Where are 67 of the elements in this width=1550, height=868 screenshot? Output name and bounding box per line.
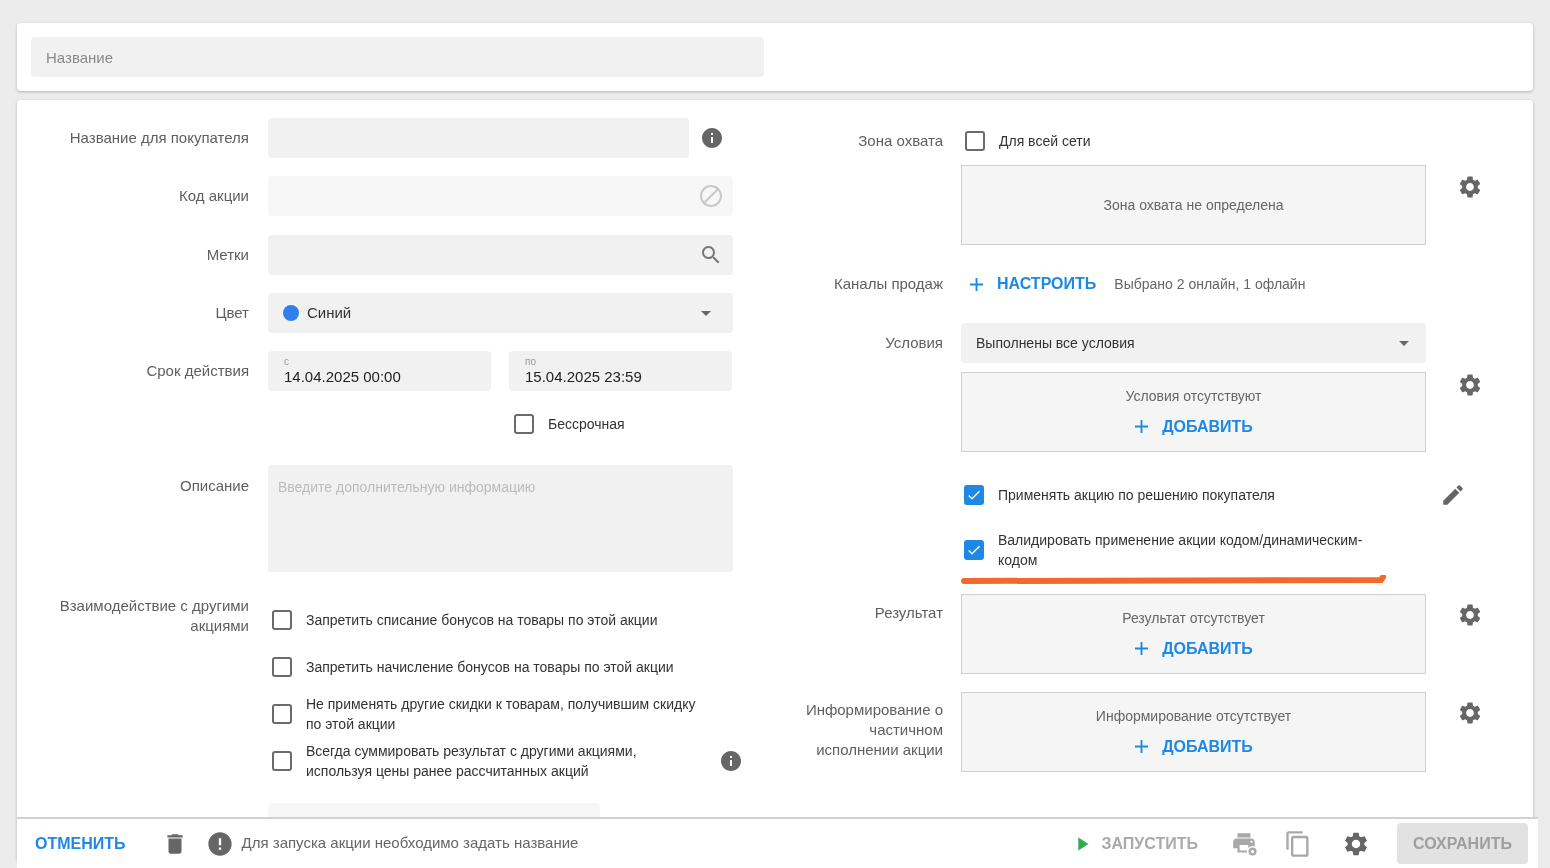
status-message: Для запуска акции необходимо задать название [241, 833, 580, 854]
plus-icon [1134, 419, 1150, 434]
field-label: Взаимодействие с другими акциями [58, 596, 249, 636]
info-icon[interactable] [700, 126, 724, 150]
settings-icon[interactable] [1457, 602, 1483, 628]
checkbox-label: Применять акцию по решению покупателя [998, 486, 1276, 505]
configure-button[interactable]: НАСТРОИТЬ [961, 272, 1097, 296]
plus-icon [1134, 739, 1150, 754]
checkbox-label: Бессрочная [548, 414, 625, 434]
title-field[interactable]: Название [31, 37, 764, 77]
checkbox[interactable] [272, 750, 292, 771]
checkbox-label: Для всей сети [999, 131, 1091, 151]
cancel-button[interactable]: ОТМЕНИТЬ [35, 831, 126, 856]
checkbox[interactable] [272, 703, 292, 724]
field-label: Условия [885, 333, 943, 353]
launch-button: ЗАПУСТИТЬ [1071, 831, 1198, 856]
field-label: по [525, 356, 537, 368]
conditions-dropdown[interactable]: Выполнены все условия [961, 323, 1426, 363]
field-label: Результат [874, 603, 943, 623]
empty-text: Информирование отсутствует [1095, 706, 1292, 726]
checkbox[interactable] [964, 540, 984, 560]
settings-icon[interactable] [1457, 174, 1483, 200]
field-label: Срок действия [146, 360, 249, 381]
field-label: Каналы продаж [834, 274, 943, 294]
checkbox[interactable] [272, 609, 292, 630]
field-value: 15.04.2025 23:59 [525, 368, 643, 386]
empty-text: Условия отсутствуют [1125, 386, 1262, 406]
empty-text: Зона охвата не определена [1103, 195, 1284, 215]
checkbox[interactable] [272, 656, 292, 677]
checkbox-label: Не применять другие скидки к товарам, получившим скидку по этой акции [306, 694, 697, 734]
field-label: Зона охвата [858, 131, 943, 151]
checkbox-label: Запретить начисление бонусов на товары по этой акции [306, 657, 675, 677]
checkbox-label: Запретить списание бонусов на товары по этой акции [306, 610, 659, 630]
color-dropdown[interactable]: Синий [268, 293, 733, 333]
empty-text: Результат отсутствует [1122, 608, 1265, 628]
channels-summary: Выбрано 2 онлайн, 1 офлайн [1114, 274, 1306, 294]
field-value: 14.04.2025 00:00 [284, 368, 402, 386]
date-field[interactable]: с 14.04.2025 00:00 [268, 351, 491, 391]
save-button: СОХРАНИТЬ [1397, 823, 1528, 864]
field-label: с [284, 356, 290, 368]
pencil-icon[interactable] [1440, 482, 1466, 508]
checkbox[interactable] [514, 414, 534, 434]
checkbox-label: Валидировать применение акции кодом/динамическим-кодом [998, 531, 1364, 570]
checkbox[interactable] [964, 485, 984, 505]
plus-icon [1134, 641, 1150, 656]
dropdown-value: Синий [307, 302, 353, 323]
search-field[interactable] [268, 235, 733, 275]
add-button[interactable]: ДОБАВИТЬ [1134, 734, 1253, 759]
checkbox[interactable] [965, 131, 985, 151]
field-label: Метки [206, 244, 249, 265]
settings-icon[interactable] [1457, 372, 1483, 398]
checkbox-label: Всегда суммировать результат с другими акциями, используя цены ранее рассчитанных акций [306, 741, 638, 781]
field-label: Код акции [179, 185, 249, 206]
field-label: Название для покупателя [69, 127, 249, 148]
field-label: Описание [179, 476, 249, 496]
settings-icon[interactable] [1457, 700, 1483, 726]
field-label: Цвет [215, 302, 249, 323]
block-icon [699, 184, 723, 208]
caret-icon [701, 310, 711, 316]
plus-icon [969, 276, 984, 292]
alert-icon [205, 829, 234, 858]
add-button[interactable]: ДОБАВИТЬ [1134, 636, 1253, 661]
date-field[interactable]: по 15.04.2025 23:59 [509, 351, 732, 391]
field-label: Информирование о частичном исполнении акции [804, 700, 943, 760]
caret-icon [1399, 340, 1409, 346]
add-button[interactable]: ДОБАВИТЬ [1134, 414, 1253, 439]
info-icon[interactable] [719, 748, 743, 773]
